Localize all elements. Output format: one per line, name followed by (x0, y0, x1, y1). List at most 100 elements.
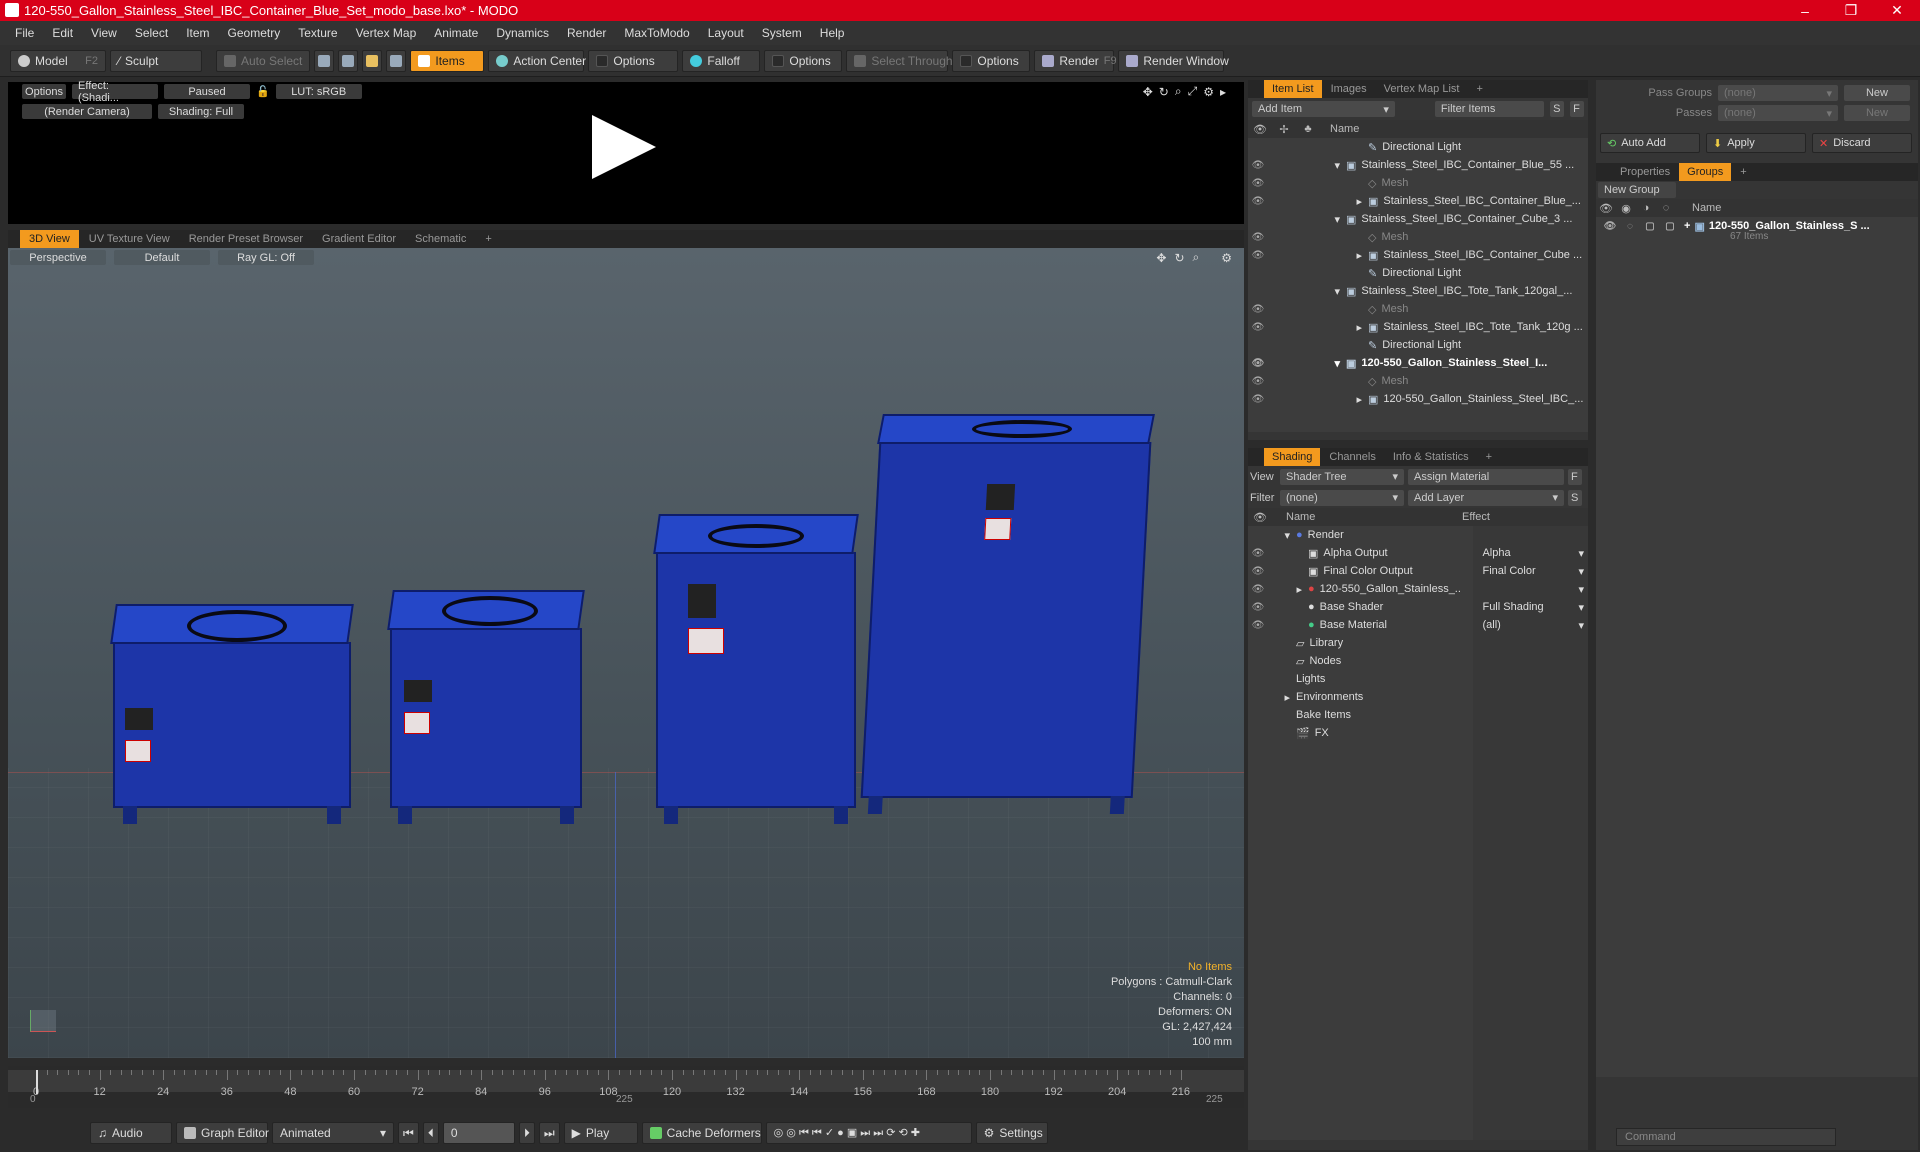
tab-vertex-map-list[interactable]: Vertex Map List (1376, 80, 1468, 98)
menu-render[interactable]: Render (558, 26, 615, 40)
select-through-options-button[interactable]: Options (952, 49, 1031, 72)
layer-s-button[interactable]: S (1568, 489, 1582, 506)
eye-icon[interactable]: 👁 (1248, 584, 1268, 595)
tab-shading[interactable]: Shading (1264, 448, 1321, 466)
close-button[interactable]: ✕ (1874, 2, 1920, 19)
expand-icon[interactable]: ▾ (1268, 529, 1296, 542)
tab-render-preset-browser[interactable]: Render Preset Browser (180, 230, 312, 248)
graph-editor-button[interactable]: Graph Editor (176, 1122, 269, 1144)
tab-images[interactable]: Images (1323, 80, 1375, 98)
ibc-container-1[interactable] (110, 604, 354, 824)
auto-select-button[interactable]: Auto Select (216, 49, 311, 72)
menu-select[interactable]: Select (126, 26, 177, 40)
tab-add[interactable]: + (1468, 80, 1490, 98)
move-icon[interactable]: ✥ (1156, 251, 1166, 265)
item-list-row[interactable]: ✎ Directional Light (1248, 264, 1588, 282)
group-expand-icon[interactable]: + (1684, 220, 1690, 232)
tab-channels[interactable]: Channels (1321, 448, 1383, 466)
item-list-row[interactable]: 👁 ▸ ▣ Stainless_Steel_IBC_Tote_Tank_120g ..… (1248, 318, 1588, 336)
chevron-down-icon[interactable]: ▾ (1578, 583, 1588, 596)
tab-add[interactable]: + (1732, 163, 1754, 181)
cache-deformers-button[interactable]: Cache Deformers (641, 1122, 762, 1144)
lock-icon[interactable]: 🔓 (256, 85, 270, 98)
action-center-button[interactable]: Action Center (488, 49, 586, 72)
render-icon[interactable]: ◌ (1620, 221, 1640, 232)
shader-tree-row[interactable]: 👁 ● Base Shader Full Shading ▾ (1248, 598, 1588, 616)
prev-key-button[interactable]: ⏴ (422, 1122, 439, 1144)
pass-groups-dropdown[interactable]: (none) ▾ (1718, 85, 1838, 101)
item-list-row[interactable]: ✎ Directional Light (1248, 138, 1588, 156)
ibc-container-2[interactable] (387, 590, 585, 824)
preview-paused-button[interactable]: Paused (164, 84, 250, 99)
play-icon[interactable] (592, 115, 656, 179)
items-mode-button[interactable]: Items (410, 49, 485, 72)
next-key-button[interactable]: ⏵ (518, 1122, 535, 1144)
zoom-icon[interactable]: ⌕ (1175, 84, 1182, 99)
shader-tree-row[interactable]: 👁 ▣ Final Color Output Final Color ▾ (1248, 562, 1588, 580)
item-list-row[interactable]: 👁 ▾ ▣ Stainless_Steel_IBC_Container_Blue_55… (1248, 156, 1588, 174)
gear-icon[interactable]: ⚙ (1203, 85, 1214, 99)
chevron-down-icon[interactable]: ▾ (1578, 547, 1588, 560)
tab-3d-view[interactable]: 3D View (20, 230, 79, 248)
eye-icon[interactable]: 👁 (1248, 196, 1268, 207)
expand-icon[interactable]: ▸ (1268, 249, 1368, 262)
eye-icon[interactable]: 👁 (1248, 304, 1268, 315)
expand-icon[interactable]: ▸ (1268, 691, 1296, 704)
tab-uv-texture-view[interactable]: UV Texture View (80, 230, 179, 248)
expand-icon[interactable]: ▸ (1268, 321, 1368, 334)
add-layer-dropdown[interactable]: Add Layer ▾ (1408, 489, 1564, 506)
shader-tree-row[interactable]: Bake Items (1248, 706, 1588, 724)
shader-effect[interactable]: Final Color (1478, 565, 1578, 577)
shader-tree-row[interactable]: ▸ Environments (1248, 688, 1588, 706)
preview-effect-dropdown[interactable]: Effect: (Shadi... (72, 80, 158, 104)
move-icon[interactable]: ✥ (1143, 85, 1153, 99)
eye-icon[interactable]: 👁 (1248, 602, 1268, 613)
render-button[interactable]: Render F9 (1034, 49, 1117, 72)
tab-groups[interactable]: Groups (1679, 163, 1732, 181)
filter-f-button[interactable]: F (1570, 101, 1584, 117)
timeline-ruler[interactable]: 0122436486072849610812013214415616818019… (8, 1070, 1244, 1098)
3d-viewport[interactable]: Perspective Default Ray GL: Off ✥ ↻ ⌕ ⚙ (8, 248, 1244, 1058)
new-pass-button[interactable]: New (1844, 105, 1910, 121)
menu-item[interactable]: Item (177, 26, 218, 40)
materials-mode-button[interactable] (386, 49, 407, 72)
item-list-row[interactable]: 👁 ▸ ▣ Stainless_Steel_IBC_Container_Cube ..… (1248, 246, 1588, 264)
vertices-mode-button[interactable] (314, 49, 335, 72)
tab-properties[interactable]: Properties (1612, 163, 1678, 181)
add-item-button[interactable]: Add Item ▾ (1252, 101, 1395, 117)
eye-icon[interactable]: 👁 (1248, 358, 1268, 369)
shader-tree-row[interactable]: Lights (1248, 670, 1588, 688)
menu-help[interactable]: Help (811, 26, 854, 40)
tab-gradient-editor[interactable]: Gradient Editor (313, 230, 405, 248)
chevron-down-icon[interactable]: ▾ (1578, 601, 1588, 614)
shader-tree-row[interactable]: ▱ Library (1248, 634, 1588, 652)
eye-icon[interactable]: 👁 (1248, 620, 1268, 631)
expand-icon[interactable]: ▾ (1268, 357, 1346, 370)
preview-shading-dropdown[interactable]: Shading: Full (158, 104, 244, 119)
lock-icon[interactable]: ▢ (1640, 221, 1660, 232)
filter-items-input[interactable]: Filter Items (1434, 101, 1545, 117)
frame-field[interactable]: 0 (442, 1122, 515, 1144)
action-center-options-button[interactable]: Options (588, 49, 679, 72)
tab-item-list[interactable]: Item List (1264, 80, 1322, 98)
shader-tree-row[interactable]: ▾ ● Render (1248, 526, 1588, 544)
item-list-row[interactable]: 👁 ▸ ▣ Stainless_Steel_IBC_Container_Blue_..… (1248, 192, 1588, 210)
item-list-row[interactable]: ▾ ▣ Stainless_Steel_IBC_Tote_Tank_120gal_.… (1248, 282, 1588, 300)
shader-tree-row[interactable]: 👁 ▣ Alpha Output Alpha ▾ (1248, 544, 1588, 562)
falloff-options-button[interactable]: Options (764, 49, 843, 72)
item-list-row[interactable]: 👁 ◇ Mesh (1248, 228, 1588, 246)
ibc-container-3[interactable] (653, 514, 859, 824)
audio-button[interactable]: ♫ Audio (90, 1122, 172, 1144)
menu-vertex-map[interactable]: Vertex Map (347, 26, 426, 40)
sculpt-mode-button[interactable]: ⁄ Sculpt (110, 49, 202, 72)
auto-add-button[interactable]: ⟲ Auto Add (1600, 133, 1700, 153)
tab-schematic[interactable]: Schematic (406, 230, 475, 248)
eye-icon[interactable]: 👁 (1248, 566, 1268, 577)
menu-system[interactable]: System (753, 26, 811, 40)
expand-icon[interactable]: ▸ (1268, 393, 1368, 406)
item-list-row[interactable]: ▾ ▣ Stainless_Steel_IBC_Container_Cube_3 .… (1248, 210, 1588, 228)
first-frame-button[interactable]: ⏮ (398, 1122, 419, 1144)
eye-icon[interactable]: 👁 (1248, 376, 1268, 387)
menu-layout[interactable]: Layout (699, 26, 753, 40)
maximize-button[interactable]: ❐ (1828, 2, 1874, 19)
